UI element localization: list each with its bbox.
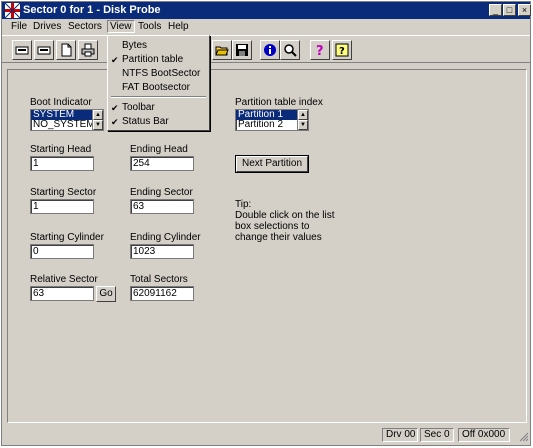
context-help-button[interactable]: ? xyxy=(332,40,352,60)
toolbar: ? ? xyxy=(2,35,530,63)
minimize-button[interactable]: _ xyxy=(489,4,502,16)
ending-sector-label: Ending Sector xyxy=(130,187,193,198)
view-menu-toolbar-label: Toolbar xyxy=(122,102,155,113)
save-button[interactable] xyxy=(232,40,252,60)
write-sector-button[interactable] xyxy=(34,40,54,60)
starting-sector-label: Starting Sector xyxy=(30,187,97,198)
menu-tools[interactable]: Tools xyxy=(136,20,163,33)
find-icon xyxy=(284,44,297,57)
open-button[interactable] xyxy=(212,40,232,60)
view-menu-partition-table-label: Partition table xyxy=(122,54,184,65)
new-document-icon xyxy=(61,43,72,57)
starting-head-label: Starting Head xyxy=(30,144,92,155)
total-sectors-field[interactable]: 62091162 xyxy=(130,286,194,301)
view-menu-bytes[interactable]: Bytes xyxy=(108,39,209,53)
partition-index-list[interactable]: Partition 1 Partition 2 ▲ ▼ xyxy=(235,109,309,131)
view-menu-ntfs-bootsector[interactable]: NTFS BootSector xyxy=(108,67,209,81)
window-title: Sector 0 for 1 - Disk Probe xyxy=(23,4,161,16)
maximize-button[interactable]: □ xyxy=(503,4,516,16)
view-menu-dropdown: Bytes ✔ Partition table NTFS BootSector … xyxy=(107,35,210,131)
partition-index-scrollbar[interactable]: ▲ ▼ xyxy=(297,110,308,130)
starting-cylinder-field[interactable]: 0 xyxy=(30,244,94,259)
status-offset: Off 0x000 xyxy=(458,428,510,442)
view-menu-partition-table[interactable]: ✔ Partition table xyxy=(108,53,209,67)
starting-sector-field[interactable]: 1 xyxy=(30,199,94,214)
starting-cylinder-label: Starting Cylinder xyxy=(30,232,104,243)
menu-sectors[interactable]: Sectors xyxy=(66,20,104,33)
tip-line: change their values xyxy=(235,232,322,243)
view-menu-status-bar-label: Status Bar xyxy=(122,116,169,127)
svg-text:?: ? xyxy=(339,46,345,57)
ending-cylinder-field[interactable]: 1023 xyxy=(130,244,194,259)
view-menu-fat-bootsector[interactable]: FAT Bootsector xyxy=(108,81,209,95)
view-menu-status-bar[interactable]: ✔ Status Bar xyxy=(108,115,209,129)
help-icon: ? xyxy=(316,44,324,57)
boot-indicator-list[interactable]: SYSTEM NO_SYSTEM ▲ ▼ xyxy=(30,109,104,131)
partition-table-view: Boot Indicator SYSTEM NO_SYSTEM ▲ ▼ Part… xyxy=(7,69,527,423)
menu-file[interactable]: File xyxy=(9,20,29,33)
disk-probe-window: Sector 0 for 1 - Disk Probe _ □ × File D… xyxy=(1,1,531,446)
find-button[interactable] xyxy=(280,40,300,60)
help-button[interactable]: ? xyxy=(310,40,330,60)
context-help-icon: ? xyxy=(335,43,349,57)
scroll-up-icon[interactable]: ▲ xyxy=(298,110,308,120)
resize-grip-icon[interactable] xyxy=(518,431,529,442)
next-partition-button[interactable]: Next Partition xyxy=(235,155,309,173)
view-menu-bytes-label: Bytes xyxy=(122,40,148,51)
read-sector-button[interactable] xyxy=(12,40,32,60)
checkmark-icon: ✔ xyxy=(111,103,119,113)
checkmark-icon: ✔ xyxy=(111,55,119,65)
new-document-button[interactable] xyxy=(56,40,76,60)
read-sector-icon xyxy=(15,46,29,55)
print-button[interactable] xyxy=(78,40,98,60)
info-button[interactable] xyxy=(260,40,280,60)
status-drive: Drv 00 xyxy=(382,428,418,442)
menu-drives[interactable]: Drives xyxy=(31,20,63,33)
go-button[interactable]: Go xyxy=(96,286,116,302)
svg-text:?: ? xyxy=(316,44,324,57)
title-bar[interactable]: Sector 0 for 1 - Disk Probe _ □ × xyxy=(2,2,531,19)
partition-index-label: Partition table index xyxy=(235,97,323,108)
view-menu-ntfs-bootsector-label: NTFS BootSector xyxy=(122,68,201,79)
total-sectors-label: Total Sectors xyxy=(130,274,188,285)
relative-sector-label: Relative Sector xyxy=(30,274,98,285)
menu-help[interactable]: Help xyxy=(166,20,191,33)
scroll-down-icon[interactable]: ▼ xyxy=(298,120,308,130)
relative-sector-field[interactable]: 63 xyxy=(30,286,94,301)
write-sector-icon xyxy=(37,46,51,55)
ending-head-label: Ending Head xyxy=(130,144,188,155)
menu-view[interactable]: View xyxy=(107,20,135,33)
status-sector: Sec 0 xyxy=(420,428,454,442)
close-button[interactable]: × xyxy=(518,4,531,16)
boot-indicator-label: Boot Indicator xyxy=(30,97,92,108)
view-menu-fat-bootsector-label: FAT Bootsector xyxy=(122,82,190,93)
print-icon xyxy=(81,43,95,57)
checkmark-icon: ✔ xyxy=(111,117,119,127)
ending-head-field[interactable]: 254 xyxy=(130,156,194,171)
scroll-up-icon[interactable]: ▲ xyxy=(93,110,103,120)
ending-sector-field[interactable]: 63 xyxy=(130,199,194,214)
scroll-down-icon[interactable]: ▼ xyxy=(93,120,103,130)
info-icon xyxy=(264,44,276,56)
open-folder-icon xyxy=(215,46,229,56)
save-icon xyxy=(236,44,248,56)
status-bar: Drv 00 Sec 0 Off 0x000 xyxy=(2,426,530,444)
menu-separator xyxy=(111,96,206,98)
view-menu-toolbar[interactable]: ✔ Toolbar xyxy=(108,101,209,115)
starting-head-field[interactable]: 1 xyxy=(30,156,94,171)
ending-cylinder-label: Ending Cylinder xyxy=(130,232,201,243)
boot-indicator-scrollbar[interactable]: ▲ ▼ xyxy=(92,110,103,130)
menu-bar: File Drives Sectors View Tools Help xyxy=(2,19,530,34)
app-flag-icon xyxy=(5,3,20,18)
